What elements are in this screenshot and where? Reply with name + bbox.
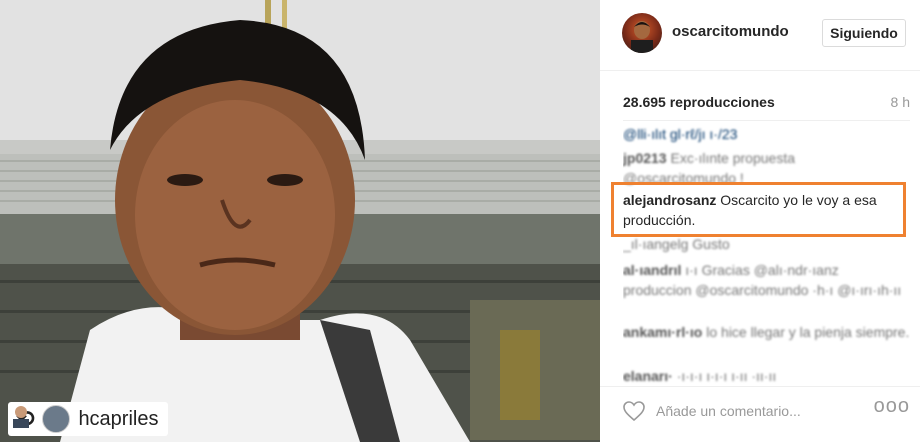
comment-item: elanarı· ·ı·ı·ı ı·ı·ı ı·ıı ·ıı·ıı xyxy=(623,366,910,386)
following-button[interactable]: Siguiendo xyxy=(822,19,906,47)
video-player[interactable]: ⟲ hcapriles xyxy=(0,0,600,442)
comment-text[interactable]: @lli·ılıt gl·rℓ/jı ı·/23 xyxy=(623,126,737,142)
comment-username[interactable]: ankamı·rl·ıo xyxy=(623,324,702,340)
author-username[interactable]: oscarcitomundo xyxy=(672,23,789,40)
comment-item: al·ıandrıl ı·ı Gracias @alı·ndr·ıanz pro… xyxy=(623,260,910,300)
comment-username[interactable]: jp0213 xyxy=(623,150,667,166)
repost-badge[interactable]: ⟲ hcapriles xyxy=(8,402,169,436)
comment-text: ·ı·ı·ı ı·ı·ı ı·ıı ·ıı·ıı xyxy=(676,368,777,384)
repost-avatar xyxy=(13,405,71,433)
comment-item: _ıl·ıangelg Gusto xyxy=(623,234,910,254)
highlight-box xyxy=(611,182,906,237)
comment-item: @lli·ılıt gl·rℓ/jı ı·/23 xyxy=(623,124,910,144)
post-time[interactable]: 8 h xyxy=(891,94,910,110)
video-frame-image xyxy=(0,0,600,442)
comment-username[interactable]: elanarı· xyxy=(623,368,673,384)
add-comment-input[interactable] xyxy=(656,400,876,422)
comment-item: ankamı·rl·ıo lo hice llegar y la pienja … xyxy=(623,322,910,342)
view-count: 28.695 reproducciones xyxy=(623,94,775,110)
comment-username[interactable]: al·ıandrıl xyxy=(623,262,681,278)
heart-icon[interactable] xyxy=(622,399,646,423)
more-options-icon[interactable]: ooo xyxy=(874,395,910,418)
comment-footer: ooo xyxy=(600,386,920,443)
repost-username[interactable]: hcapriles xyxy=(78,408,158,431)
divider xyxy=(623,120,910,121)
author-avatar[interactable] xyxy=(622,13,662,53)
comment-text: lo hice llegar y la pienja siempre. xyxy=(706,324,910,340)
comment-text: _ıl·ıangelg Gusto xyxy=(623,236,730,252)
comments-list: @lli·ılıt gl·rℓ/jı ı·/23 jp0213 Exc·ılın… xyxy=(623,124,910,386)
post-header: oscarcitomundo Siguiendo xyxy=(600,0,920,71)
